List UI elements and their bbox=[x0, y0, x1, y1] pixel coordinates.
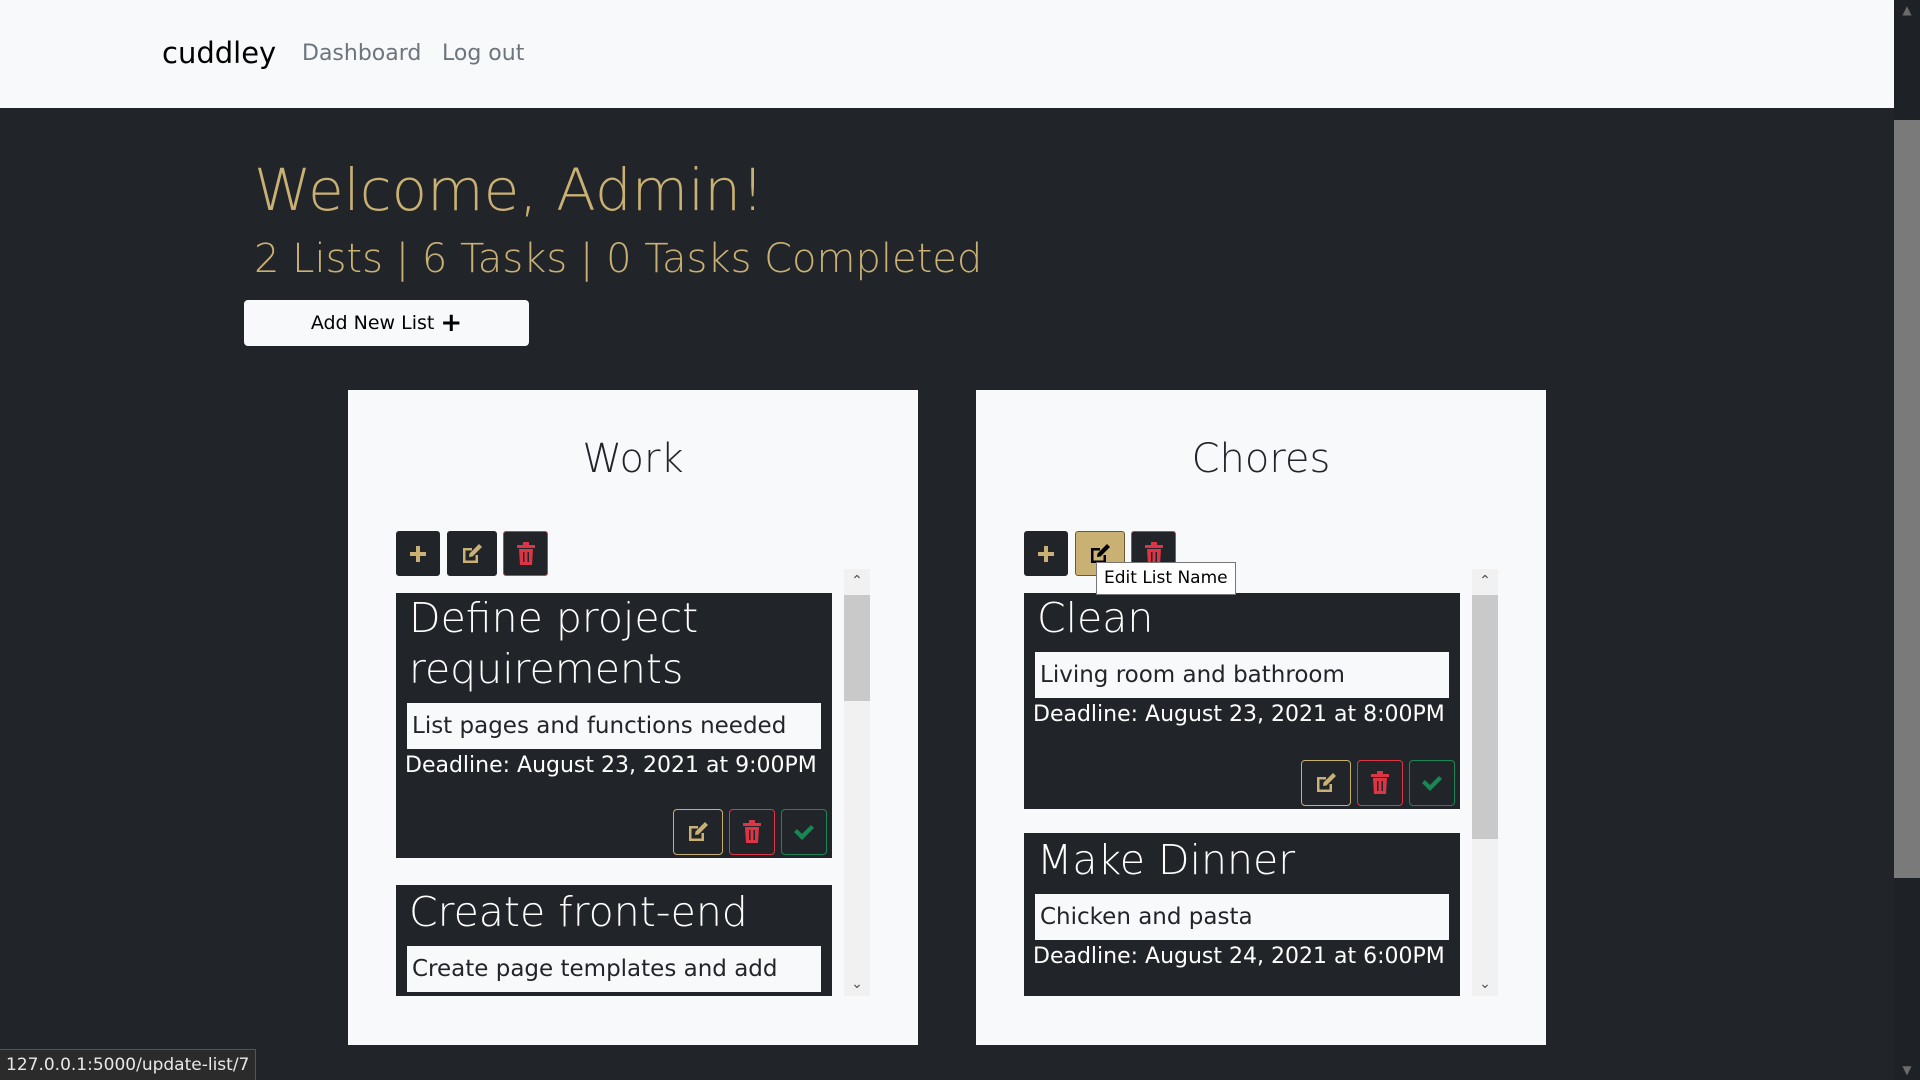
check-icon bbox=[1422, 776, 1442, 791]
navbar: cuddley Dashboard Log out bbox=[0, 0, 1894, 108]
edit-list-tooltip: Edit List Name bbox=[1096, 562, 1236, 595]
browser-status-bar: 127.0.0.1:5000/update-list/7 bbox=[0, 1049, 257, 1080]
list-title: Work bbox=[582, 436, 684, 482]
task-card: Create front-end Create page templates a… bbox=[396, 885, 832, 996]
stats-summary: 2 Lists | 6 Tasks | 0 Tasks Completed bbox=[254, 236, 983, 282]
task-list-scrollbar-thumb[interactable] bbox=[844, 595, 870, 701]
complete-task-button[interactable] bbox=[781, 809, 827, 855]
page-scrollbar[interactable]: ▲ ▼ bbox=[1894, 0, 1920, 1080]
task-card: Clean Living room and bathroom Deadline:… bbox=[1024, 593, 1460, 809]
plus-icon bbox=[1038, 545, 1054, 562]
task-card: Define project requirements List pages a… bbox=[396, 593, 832, 858]
task-title: Create front-end bbox=[409, 888, 748, 936]
welcome-heading: Welcome, Admin! bbox=[254, 156, 765, 224]
page-scrollbar-thumb[interactable] bbox=[1894, 120, 1920, 878]
trash-icon bbox=[516, 541, 535, 565]
chevron-up-icon[interactable]: ⌃ bbox=[1472, 569, 1498, 593]
task-title: Make Dinner bbox=[1037, 836, 1296, 884]
trash-icon bbox=[743, 820, 761, 843]
nav-link-dashboard[interactable]: Dashboard bbox=[302, 41, 421, 66]
edit-icon bbox=[463, 543, 482, 563]
nav-link-logout[interactable]: Log out bbox=[442, 41, 524, 66]
task-list-work[interactable]: Define project requirements List pages a… bbox=[396, 569, 836, 996]
add-new-list-button[interactable]: Add New List + bbox=[244, 300, 529, 346]
task-description: Create page templates and add bbox=[407, 946, 821, 992]
check-icon bbox=[794, 825, 814, 840]
brand-logo[interactable]: cuddley bbox=[162, 36, 276, 70]
plus-icon bbox=[410, 545, 426, 562]
task-description: List pages and functions needed bbox=[407, 703, 821, 749]
edit-task-button[interactable] bbox=[1301, 760, 1351, 806]
delete-task-button[interactable] bbox=[729, 809, 775, 855]
trash-icon bbox=[1371, 771, 1389, 794]
scroll-up-arrow-icon[interactable]: ▲ bbox=[1894, 0, 1920, 20]
delete-task-button[interactable] bbox=[1357, 760, 1403, 806]
task-list-scrollbar-thumb[interactable] bbox=[1472, 595, 1498, 839]
task-list-chores[interactable]: Clean Living room and bathroom Deadline:… bbox=[1024, 569, 1464, 996]
task-list-scrollbar[interactable]: ⌃ ⌄ bbox=[844, 569, 870, 996]
task-description: Chicken and pasta bbox=[1035, 894, 1449, 940]
add-new-list-label: Add New List bbox=[310, 312, 435, 334]
list-title: Chores bbox=[1191, 436, 1331, 482]
task-title: Define project requirements bbox=[409, 594, 699, 693]
complete-task-button[interactable] bbox=[1409, 760, 1455, 806]
scroll-down-arrow-icon[interactable]: ▼ bbox=[1894, 1060, 1920, 1080]
chevron-down-icon[interactable]: ⌄ bbox=[844, 972, 870, 996]
task-deadline: Deadline: August 23, 2021 at 8:00PM bbox=[1033, 702, 1445, 727]
edit-task-button[interactable] bbox=[673, 809, 723, 855]
task-list-scrollbar[interactable]: ⌃ ⌄ bbox=[1472, 569, 1498, 996]
plus-icon: + bbox=[440, 308, 463, 338]
task-description: Living room and bathroom bbox=[1035, 652, 1449, 698]
task-deadline: Deadline: August 23, 2021 at 9:00PM bbox=[405, 753, 817, 778]
task-title: Clean bbox=[1037, 594, 1154, 642]
task-deadline: Deadline: August 24, 2021 at 6:00PM bbox=[1033, 944, 1445, 969]
edit-icon bbox=[1317, 773, 1336, 792]
edit-icon bbox=[689, 822, 708, 841]
chevron-up-icon[interactable]: ⌃ bbox=[844, 569, 870, 593]
chevron-down-icon[interactable]: ⌄ bbox=[1472, 972, 1498, 996]
task-card: Make Dinner Chicken and pasta Deadline: … bbox=[1024, 833, 1460, 996]
